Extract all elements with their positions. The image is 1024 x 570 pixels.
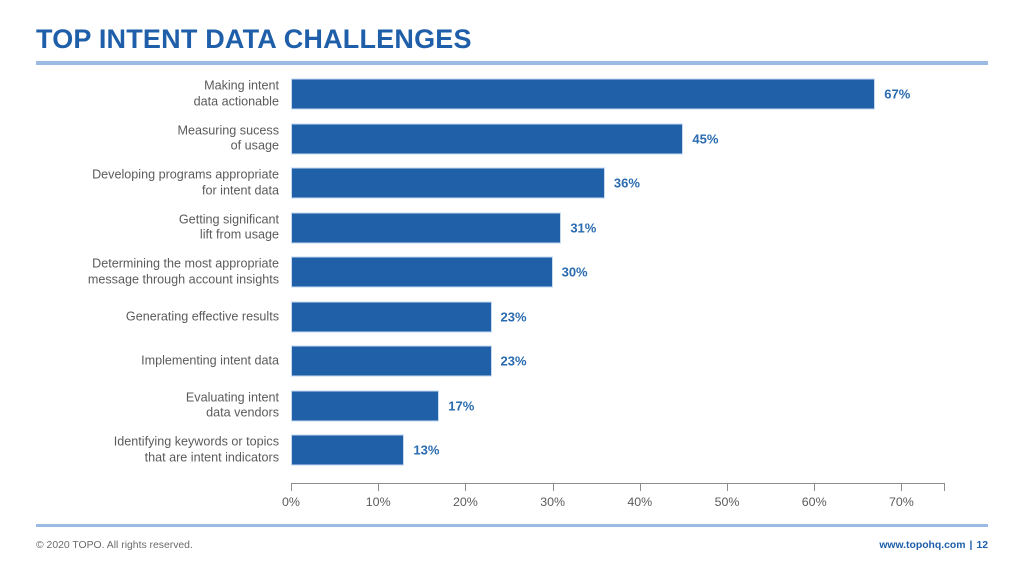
x-axis-tick-label: 0% (282, 495, 300, 509)
website-link[interactable]: www.topohq.com (879, 540, 965, 551)
bar-container: 17% (291, 390, 475, 422)
bar[interactable] (291, 256, 553, 288)
bar-container: 36% (291, 167, 640, 199)
x-axis-tick-label: 60% (801, 495, 827, 509)
bar-container: 30% (291, 256, 588, 288)
page-number: 12 (976, 540, 988, 551)
x-axis-tick (465, 483, 467, 491)
x-axis-line (291, 483, 945, 484)
bar[interactable] (291, 212, 562, 244)
bar-row: Developing programs appropriate for inte… (0, 161, 1024, 206)
bar-category-label: Evaluating intent data vendors (185, 390, 279, 420)
footer-separator: | (969, 540, 973, 551)
bar-container: 67% (291, 78, 911, 110)
bar-category-label: Making intent data actionable (193, 78, 279, 109)
x-axis-tick-label: 10% (365, 495, 391, 509)
bar-container: 31% (291, 212, 597, 244)
bar[interactable] (291, 167, 605, 199)
x-axis-tick (901, 483, 903, 491)
bar-value-label: 45% (692, 131, 719, 147)
bar-value-label: 36% (613, 175, 640, 191)
bar-value-label: 30% (561, 264, 588, 280)
bar[interactable] (291, 345, 492, 377)
x-axis-tick (727, 483, 728, 491)
bar[interactable] (291, 390, 440, 422)
page-title: TOP INTENT DATA CHALLENGES (36, 24, 472, 54)
bar[interactable] (291, 78, 876, 110)
footer-divider (36, 524, 988, 527)
x-axis-tick-label: 50% (714, 495, 740, 509)
title-divider (36, 61, 988, 65)
bar-value-label: 67% (884, 86, 911, 102)
x-axis-tick-label: 40% (627, 495, 653, 509)
bar-container: 23% (291, 301, 527, 333)
x-axis-tick (378, 483, 380, 491)
x-axis-tick (639, 483, 641, 491)
bar[interactable] (291, 123, 684, 155)
x-axis-end-tick (944, 483, 945, 491)
x-axis-tick-label: 70% (888, 495, 914, 509)
bar-category-label: Identifying keywords or topics that are … (113, 434, 279, 465)
footer-meta: www.topohq.com | 12 (879, 540, 988, 551)
bar-row: Generating effective results 23% (0, 295, 1024, 340)
slide: TOP INTENT DATA CHALLENGES Making intent… (0, 0, 1024, 570)
bar-row: Determining the most appropriate message… (0, 250, 1024, 295)
x-axis-tick (291, 483, 292, 491)
bar-row: Measuring sucess of usage 45% (0, 117, 1024, 162)
bar-category-label: Measuring sucess of usage (177, 123, 280, 153)
bar-value-label: 31% (570, 220, 597, 236)
bar-row: Identifying keywords or topics that are … (0, 428, 1024, 473)
x-axis-tick-label: 30% (540, 495, 565, 509)
bar-category-label: Developing programs appropriate for inte… (92, 167, 279, 198)
bar-container: 13% (291, 434, 440, 466)
copyright-text: © 2020 TOPO. All rights reserved. (36, 540, 193, 551)
x-axis: 0% 10% 20% 30% 40% 50% 60% 70% (0, 483, 1024, 523)
bar[interactable] (291, 434, 405, 466)
bar-row: Implementing intent data 23% (0, 339, 1024, 384)
bar-row: Getting significant lift from usage 31% (0, 206, 1024, 251)
bar-row: Making intent data actionable 67% (0, 72, 1024, 117)
bar-container: 23% (291, 345, 527, 377)
x-axis-tick (814, 483, 816, 491)
x-axis-tick (552, 483, 554, 491)
bar-container: 45% (291, 123, 719, 155)
bar-category-label: Implementing intent data (141, 353, 279, 368)
bar-chart-rows: Making intent data actionable 67% Measurin… (0, 72, 1024, 473)
bar[interactable] (291, 301, 492, 333)
bar-category-label: Determining the most appropriate message… (87, 256, 279, 287)
bar-category-label: Generating effective results (125, 309, 279, 324)
bar-row: Evaluating intent data vendors 17% (0, 384, 1024, 429)
bar-chart: Making intent data actionable 67% Measurin… (0, 72, 1024, 512)
bar-category-label: Getting significant lift from usage (178, 212, 279, 242)
bar-value-label: 23% (500, 353, 527, 369)
bar-value-label: 17% (448, 398, 475, 414)
x-axis-tick-label: 20% (452, 495, 478, 509)
bar-value-label: 13% (413, 442, 440, 458)
bar-value-label: 23% (500, 309, 527, 325)
